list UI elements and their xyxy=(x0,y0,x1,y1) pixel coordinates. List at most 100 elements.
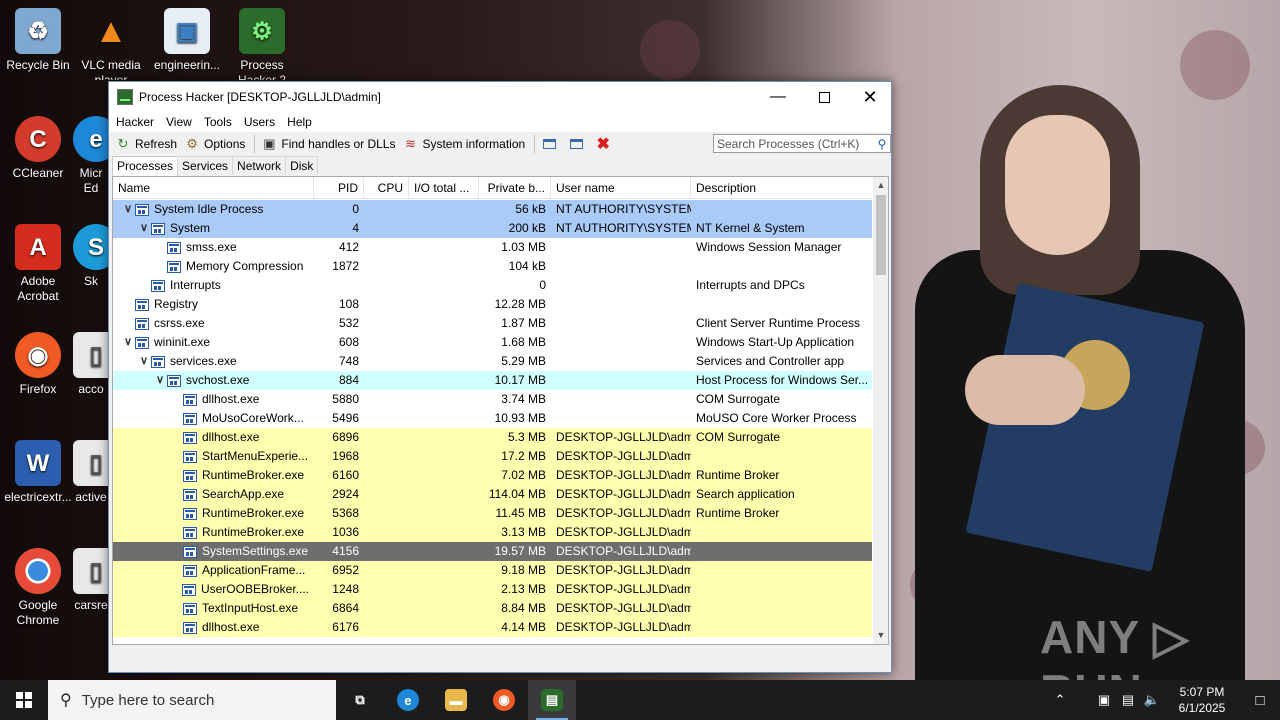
process-pid: 6176 xyxy=(332,620,359,634)
tab-disk[interactable]: Disk xyxy=(285,156,319,175)
column-pid[interactable]: PID xyxy=(314,177,364,199)
desktop-icon-electricextr[interactable]: W electricextr... xyxy=(0,440,76,505)
column-cpu[interactable]: CPU xyxy=(364,177,409,199)
process-row[interactable]: RuntimeBroker.exe 1036 3.13 MB DESKTOP-JGLL… xyxy=(113,523,872,542)
desktop-icon-active[interactable]: ▯ active xyxy=(73,440,109,505)
process-row[interactable]: UserOOBEBroker.... 1248 2.13 MB DESKTOP-JGL… xyxy=(113,580,872,599)
taskbar-search-box[interactable]: ⚲ xyxy=(48,680,336,720)
expand-chevron-icon[interactable]: ∨ xyxy=(153,371,167,390)
terminate-button[interactable]: ✖ xyxy=(593,133,620,155)
chevron-up-icon[interactable]: ⌃ xyxy=(1048,692,1072,708)
onedrive-status-icon[interactable]: ▣ xyxy=(1092,692,1116,708)
process-row[interactable]: Memory Compression 1872 104 kB xyxy=(113,257,872,276)
process-row[interactable]: Interrupts 0 Interrupts and DPCs xyxy=(113,276,872,295)
process-pid: 1248 xyxy=(332,582,359,596)
clock-date: 6/1/2025 xyxy=(1178,701,1226,715)
expand-chevron-icon[interactable]: ∨ xyxy=(137,352,151,371)
process-row[interactable]: dllhost.exe 5880 3.74 MB COM Surrogate xyxy=(113,390,872,409)
options-button[interactable]: ⚙ Options xyxy=(182,133,250,155)
column-user-name[interactable]: User name xyxy=(551,177,691,199)
process-row[interactable]: csrss.exe 532 1.87 MB Client Server Runtime… xyxy=(113,314,872,333)
process-row[interactable]: SystemSettings.exe 4156 19.57 MB DESKTOP-JG… xyxy=(113,542,872,561)
desktop-icon-carsre[interactable]: ▯ carsre xyxy=(73,548,109,613)
process-pid: 2924 xyxy=(332,487,359,501)
desktop-icon-chrome[interactable]: Google Chrome xyxy=(0,548,76,628)
find-handles-button[interactable]: ▣ Find handles or DLLs xyxy=(259,133,400,155)
process-row[interactable]: StartMenuExperie... 1968 17.2 MB DESKTOP-JG… xyxy=(113,447,872,466)
find-window-button[interactable] xyxy=(566,133,593,155)
taskbar-app-file-explorer[interactable]: ▬ xyxy=(432,680,480,720)
tab-network[interactable]: Network xyxy=(232,156,287,175)
menu-hacker[interactable]: Hacker xyxy=(115,115,160,129)
process-hacker-window[interactable]: Process Hacker [DESKTOP-JGLLJLD\admin] —… xyxy=(108,81,892,673)
process-row[interactable]: RuntimeBroker.exe 6160 7.02 MB DESKTOP-JGLL… xyxy=(113,466,872,485)
menu-users[interactable]: Users xyxy=(243,115,281,129)
menu-help[interactable]: Help xyxy=(286,115,318,129)
column-description[interactable]: Description xyxy=(691,177,872,199)
maximize-button[interactable] xyxy=(801,82,847,112)
title-bar[interactable]: Process Hacker [DESKTOP-JGLLJLD\admin] —… xyxy=(109,82,891,112)
process-row[interactable]: ∨ services.exe 748 5.29 MB Services and Cont… xyxy=(113,352,872,371)
search-processes-input[interactable] xyxy=(714,136,874,151)
scroll-up-icon[interactable]: ▲ xyxy=(873,177,888,194)
system-information-button[interactable]: ≋ System information xyxy=(400,133,530,155)
menu-view[interactable]: View xyxy=(165,115,198,129)
desktop-icon-vlc[interactable]: ▲ VLC media player xyxy=(73,8,149,81)
desktop-icon-skype[interactable]: S Sk xyxy=(73,224,109,289)
process-tree[interactable]: Name PID CPU I/O total ... Private b... … xyxy=(112,176,889,645)
menu-tools[interactable]: Tools xyxy=(203,115,238,129)
desktop-icon-firefox[interactable]: ◉ Firefox xyxy=(0,332,76,397)
process-row[interactable]: dllhost.exe 6176 4.14 MB DESKTOP-JGLLJLD\ad… xyxy=(113,618,872,637)
taskbar-app-task-view[interactable]: ⧉ xyxy=(336,680,384,720)
expand-chevron-icon[interactable]: ∨ xyxy=(121,333,135,352)
close-button[interactable]: ✕ xyxy=(847,82,893,112)
scroll-down-icon[interactable]: ▼ xyxy=(873,627,888,644)
process-row[interactable]: ∨ svchost.exe 884 10.17 MB Host Process for … xyxy=(113,371,872,390)
column-io-total[interactable]: I/O total ... xyxy=(409,177,479,199)
expand-chevron-icon[interactable]: ∨ xyxy=(137,219,151,238)
desktop-icon-acco[interactable]: ▯ acco xyxy=(73,332,109,397)
process-row[interactable]: smss.exe 412 1.03 MB Windows Session Manage… xyxy=(113,238,872,257)
start-button[interactable] xyxy=(0,680,48,720)
tab-processes[interactable]: Processes xyxy=(112,156,179,176)
column-name[interactable]: Name xyxy=(113,177,314,199)
desktop-icon-ccleaner[interactable]: C CCleaner xyxy=(0,116,76,181)
process-row[interactable]: Registry 108 12.28 MB xyxy=(113,295,872,314)
desktop-icon-process-hacker[interactable]: ⚙ Process Hacker 2 xyxy=(224,8,300,80)
expand-chevron-icon[interactable]: ∨ xyxy=(121,200,135,219)
minimize-button[interactable]: — xyxy=(755,82,801,112)
process-row[interactable]: ∨ wininit.exe 608 1.68 MB Windows Start-Up A… xyxy=(113,333,872,352)
tab-services[interactable]: Services xyxy=(177,156,234,175)
process-io-total xyxy=(409,599,479,618)
taskbar-app-firefox[interactable]: ◉ xyxy=(480,680,528,720)
process-row[interactable]: SearchApp.exe 2924 114.04 MB DESKTOP-JGLLJL… xyxy=(113,485,872,504)
taskbar-search-input[interactable] xyxy=(81,691,312,709)
process-name-cell: RuntimeBroker.exe xyxy=(113,466,314,485)
process-row[interactable]: TextInputHost.exe 6864 8.84 MB DESKTOP-JGLL… xyxy=(113,599,872,618)
process-pid: 6896 xyxy=(332,430,359,444)
taskbar-app-edge[interactable]: e xyxy=(384,680,432,720)
network-icon[interactable]: ▤ xyxy=(1116,692,1140,708)
scrollbar-thumb[interactable] xyxy=(876,195,886,275)
process-row[interactable]: ∨ System Idle Process 0 56 kB NT AUTHORITY\S… xyxy=(113,200,872,219)
process-row[interactable]: dllhost.exe 6896 5.3 MB DESKTOP-JGLLJLD\adm… xyxy=(113,428,872,447)
process-row[interactable]: MoUsoCoreWork... 5496 10.93 MB MoUSO Core W… xyxy=(113,409,872,428)
process-row[interactable]: RuntimeBroker.exe 5368 11.45 MB DESKTOP-JGL… xyxy=(113,504,872,523)
search-icon[interactable]: ⚲ xyxy=(874,137,890,151)
desktop-icon-acrobat[interactable]: A Adobe Acrobat xyxy=(0,224,76,304)
taskbar-app-process-hacker[interactable]: ▤ xyxy=(528,680,576,720)
process-row[interactable]: ApplicationFrame... 6952 9.18 MB DESKTOP-JG… xyxy=(113,561,872,580)
notifications-icon[interactable]: □ xyxy=(1240,692,1280,709)
desktop-icon-recycle-bin[interactable]: ♻ Recycle Bin xyxy=(0,8,76,73)
desktop-icon-edge[interactable]: e Micr Ed xyxy=(73,116,109,196)
column-private-bytes[interactable]: Private b... xyxy=(479,177,551,199)
refresh-button[interactable]: ↻ Refresh xyxy=(113,133,182,155)
process-row[interactable]: ∨ System 4 200 kB NT AUTHORITY\SYSTEM NT Kern… xyxy=(113,219,872,238)
desktop-icon-engineering[interactable]: ▣ engineerin... xyxy=(149,8,225,73)
search-processes-box[interactable]: ⚲ xyxy=(713,134,891,153)
edge-icon: e xyxy=(397,689,419,711)
clock[interactable]: 5:07 PM 6/1/2025 xyxy=(1164,684,1240,716)
show-window-button[interactable] xyxy=(539,133,566,155)
volume-muted-icon[interactable]: 🔈 xyxy=(1140,692,1164,708)
vertical-scrollbar[interactable]: ▲ ▼ xyxy=(873,177,888,644)
